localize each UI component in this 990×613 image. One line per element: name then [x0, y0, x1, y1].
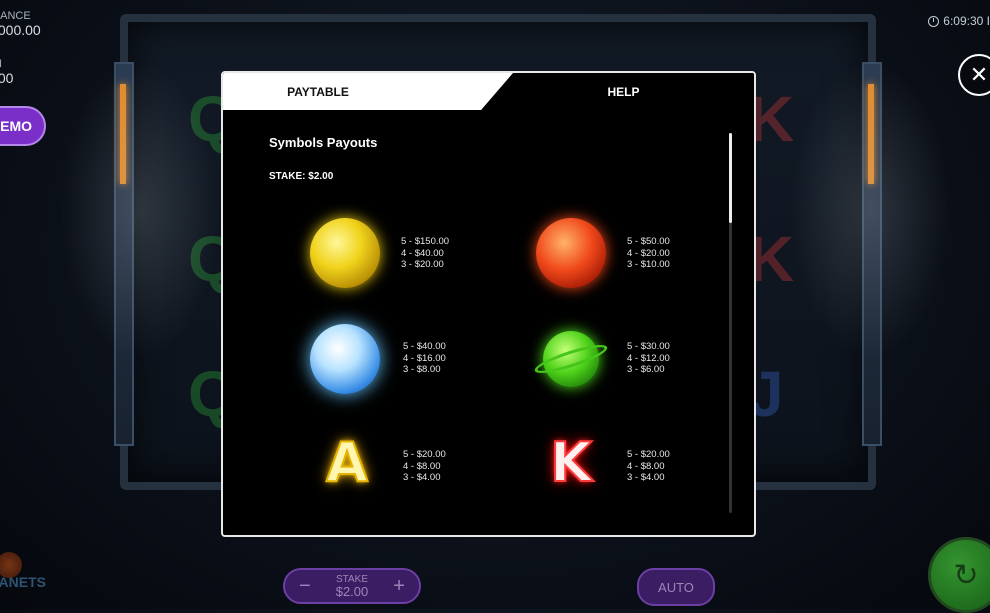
payout-3: 3 - $10.00 — [627, 259, 670, 270]
payout-3: 3 - $20.00 — [401, 259, 444, 270]
payout-5: 5 - $40.00 — [403, 341, 446, 352]
payout-5: 5 - $20.00 — [627, 449, 670, 460]
logo-text: LANETS — [0, 574, 46, 590]
spin-icon: ↻ — [953, 558, 979, 592]
letter-k-icon: K — [549, 430, 593, 495]
clock-display: 6:09:30 I — [928, 14, 990, 28]
payout-list: 5 - $20.00 4 - $8.00 3 - $4.00 — [403, 449, 446, 484]
payout-4: 4 - $20.00 — [627, 247, 670, 259]
modal-tabs: PAYTABLE HELP — [223, 73, 754, 110]
close-paytable-button[interactable]: ✕ — [958, 54, 990, 96]
win-value: .00 — [0, 70, 14, 86]
balance-value: ,000.00 — [0, 22, 41, 38]
payout-5: 5 - $50.00 — [627, 236, 670, 247]
payout-4: 4 - $16.00 — [403, 352, 446, 364]
close-icon: ✕ — [969, 62, 989, 87]
stake-minus-button[interactable]: − — [299, 575, 311, 598]
green-ringed-planet-icon — [532, 321, 610, 397]
balance-display: LANCE ,000.00 — [0, 10, 41, 38]
payout-4: 4 - $8.00 — [403, 460, 441, 472]
demo-button[interactable]: DEMO — [0, 106, 46, 146]
payout-4: 4 - $12.00 — [627, 352, 670, 364]
payout-list: 5 - $150.00 4 - $40.00 3 - $20.00 — [401, 236, 449, 271]
win-display: N .00 — [0, 58, 13, 86]
stake-plus-button[interactable]: + — [393, 575, 405, 598]
payout-list: 5 - $50.00 4 - $20.00 3 - $10.00 — [627, 236, 670, 271]
payout-5: 5 - $20.00 — [403, 449, 446, 460]
clock-time: 6:09:30 I — [943, 14, 990, 28]
payout-4: 4 - $40.00 — [401, 247, 444, 259]
red-planet-icon — [533, 215, 609, 291]
payout-list: 5 - $40.00 4 - $16.00 3 - $8.00 — [403, 341, 446, 376]
payout-3: 3 - $4.00 — [627, 472, 665, 483]
payout-5: 5 - $30.00 — [627, 341, 670, 352]
stake-info: STAKE: $2.00 — [269, 171, 334, 182]
yellow-planet-icon — [307, 215, 383, 291]
paytable-modal: PAYTABLE HELP Symbols Payouts STAKE: $2.… — [221, 71, 756, 537]
payout-list: 5 - $20.00 4 - $8.00 3 - $4.00 — [627, 449, 670, 484]
autoplay-button[interactable]: AUTO — [637, 568, 715, 606]
payout-3: 3 - $8.00 — [403, 364, 441, 375]
payout-list: 5 - $30.00 4 - $12.00 3 - $6.00 — [627, 341, 670, 376]
payout-4: 4 - $8.00 — [627, 460, 665, 472]
win-label: N — [0, 58, 13, 70]
blue-planet-icon — [307, 321, 383, 397]
payout-3: 3 - $4.00 — [403, 472, 441, 483]
clock-icon — [928, 15, 940, 27]
tab-help[interactable]: HELP — [513, 73, 754, 110]
stake-value: $2.00 — [335, 583, 369, 599]
balance-label: LANCE — [0, 10, 31, 22]
payout-5: 5 - $150.00 — [401, 236, 450, 247]
tab-paytable[interactable]: PAYTABLE — [223, 73, 513, 110]
section-title: Symbols Payouts — [269, 135, 378, 150]
smoke-effect — [790, 60, 950, 360]
smoke-effect — [60, 60, 220, 360]
stake-selector: − STAKE $2.00 + — [283, 568, 421, 604]
scrollbar-thumb[interactable] — [729, 133, 732, 223]
letter-a-icon: A — [325, 430, 369, 495]
game-logo: LANETS — [0, 552, 70, 600]
spin-button[interactable]: ↻ — [928, 537, 990, 613]
payout-3: 3 - $6.00 — [627, 364, 665, 375]
stake-label: STAKE — [335, 573, 369, 585]
